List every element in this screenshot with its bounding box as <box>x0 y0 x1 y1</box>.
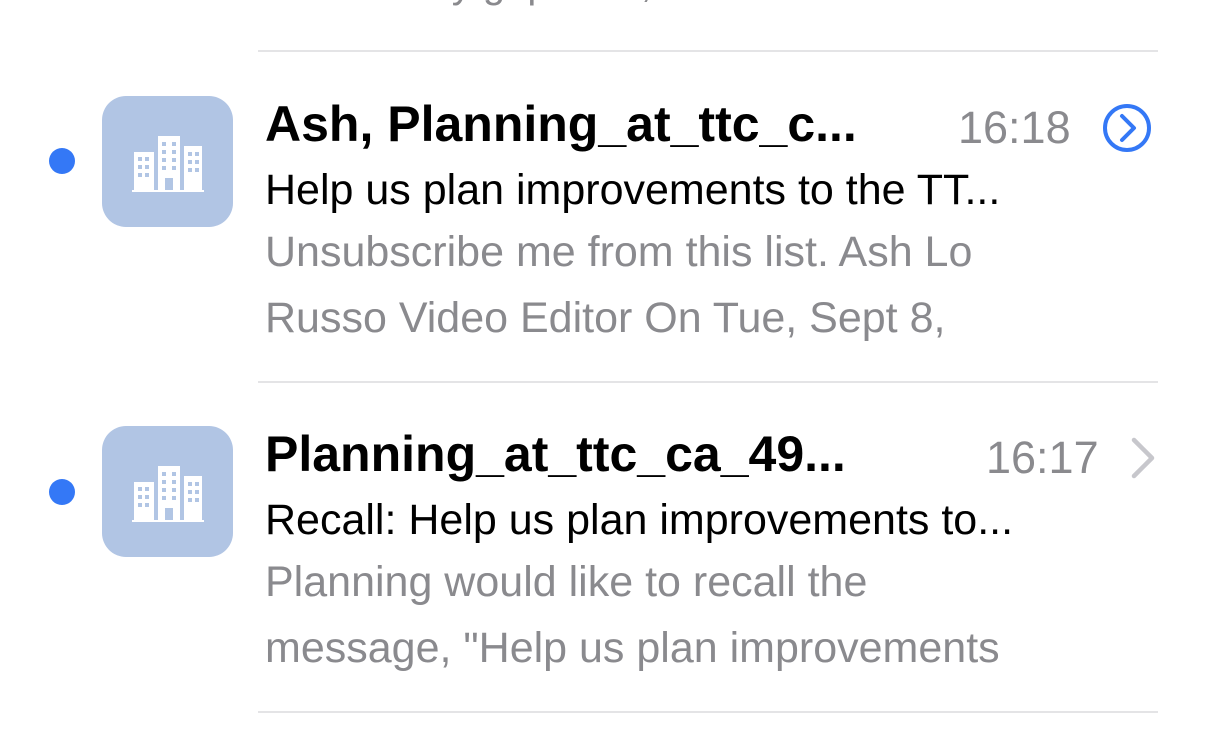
sender-name: Planning_at_ttc_ca_49... <box>265 426 846 482</box>
unread-indicator <box>49 148 75 174</box>
email-row[interactable]: Ash, Planning_at_ttc_c... 16:18 Help us … <box>0 52 1206 382</box>
unread-indicator <box>49 479 75 505</box>
building-icon <box>131 135 204 192</box>
email-subject: Recall: Help us plan improvements to... <box>265 496 1014 544</box>
building-icon <box>102 96 233 227</box>
building-icon <box>131 465 204 522</box>
preview-line: Planning would like to recall the <box>265 558 868 606</box>
timestamp: 16:17 <box>986 432 1099 483</box>
divider <box>258 711 1158 713</box>
timestamp: 16:18 <box>958 102 1071 153</box>
chevron-right-icon[interactable] <box>1128 436 1158 480</box>
email-preview: Planning would like to recall the messag… <box>265 549 1145 681</box>
email-preview: Unsubscribe me from this list. Ash Lo Ru… <box>265 219 1145 351</box>
previous-email-preview-partial: investability gap. And, 3 of 4 Fields <box>265 0 1165 14</box>
preview-line: Russo Video Editor On Tue, Sept 8, <box>265 294 946 342</box>
chevron-circle-icon[interactable] <box>1101 102 1153 154</box>
preview-line: Unsubscribe me from this list. Ash Lo <box>265 228 973 276</box>
building-icon <box>102 426 233 557</box>
preview-line: message, "Help us plan improvements <box>265 624 1000 672</box>
email-subject: Help us plan improvements to the TT... <box>265 166 1001 214</box>
email-row[interactable]: Planning_at_ttc_ca_49... 16:17 Recall: H… <box>0 382 1206 712</box>
sender-name: Ash, Planning_at_ttc_c... <box>265 96 857 152</box>
